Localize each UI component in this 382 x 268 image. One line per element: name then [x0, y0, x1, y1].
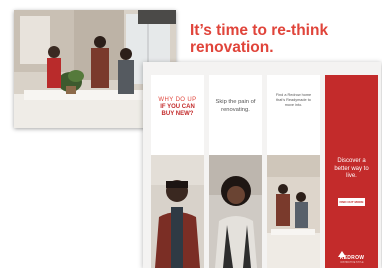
panel-1-line-1: WHY DO UP [158, 97, 197, 103]
woman-portrait-image [209, 155, 262, 268]
banner-panel-4: #4 Discover a better way to live. FIND O… [325, 75, 378, 268]
man-portrait-image [151, 155, 204, 268]
banner-panel-3: #3 Find a Redrow home that’s Readymade t… [267, 75, 320, 268]
banner-panel-1: #1 WHY DO UP IF YOU CAN BUY NEW? [151, 75, 204, 268]
panel-1-line-3: BUY NEW? [161, 111, 194, 117]
kitchen-family-image [267, 155, 320, 268]
panel-3-copy: Find a Redrow home that’s Readymade to m… [275, 93, 312, 107]
panel-2-copy: Skip the pain of renovating. [215, 99, 256, 113]
panel-1-line-2: IF YOU CAN [160, 104, 195, 110]
redrow-logo-tagline: DISTINCTIVE STYLE [340, 261, 364, 264]
banner-panel-2: #2 Skip the pain of renovating. [209, 75, 262, 268]
banner-sheet: #1 WHY DO UP IF YOU CAN BUY NEW? #2 Skip… [143, 62, 381, 268]
find-out-more-button[interactable]: FIND OUT MORE [338, 198, 365, 206]
panel-4-copy: Discover a better way to live. [334, 158, 369, 179]
headline: It’s time to re-think renovation. [190, 22, 329, 56]
